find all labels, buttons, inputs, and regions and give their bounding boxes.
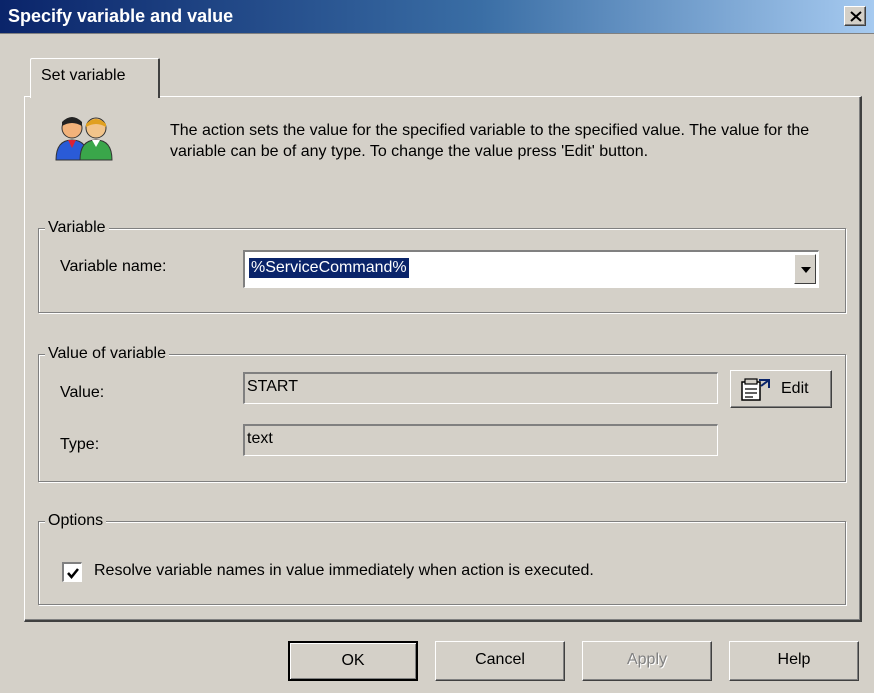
resolve-checkbox-label[interactable]: Resolve variable names in value immediat… bbox=[94, 562, 594, 580]
variable-name-value: %ServiceCommand% bbox=[249, 258, 409, 278]
value-group-label: Value of variable bbox=[45, 344, 169, 364]
edit-button[interactable]: Edit bbox=[730, 370, 832, 408]
tab-set-variable[interactable]: Set variable bbox=[30, 58, 160, 98]
close-icon bbox=[850, 11, 862, 22]
checkmark-icon bbox=[67, 568, 79, 579]
edit-button-label: Edit bbox=[781, 380, 809, 397]
tab-label: Set variable bbox=[41, 67, 126, 84]
users-icon bbox=[55, 117, 113, 161]
combobox-dropdown-button[interactable] bbox=[794, 254, 816, 284]
resolve-checkbox[interactable] bbox=[62, 562, 82, 582]
value-label: Value: bbox=[60, 384, 105, 401]
edit-properties-icon bbox=[741, 378, 770, 401]
variable-group-label: Variable bbox=[45, 218, 109, 238]
ok-button[interactable]: OK bbox=[288, 641, 418, 681]
variable-name-combobox[interactable]: %ServiceCommand% bbox=[243, 250, 819, 288]
help-button[interactable]: Help bbox=[729, 641, 859, 681]
apply-button[interactable]: Apply bbox=[582, 641, 712, 681]
type-field: text bbox=[243, 424, 718, 456]
close-button[interactable] bbox=[844, 6, 866, 26]
title-bar: Specify variable and value bbox=[0, 0, 874, 34]
value-field: START bbox=[243, 372, 718, 404]
chevron-down-icon bbox=[801, 267, 811, 273]
variable-name-label: Variable name: bbox=[60, 258, 167, 275]
window-title: Specify variable and value bbox=[8, 6, 234, 26]
type-label: Type: bbox=[60, 436, 100, 453]
description-text: The action sets the value for the specif… bbox=[170, 122, 810, 160]
cancel-button[interactable]: Cancel bbox=[435, 641, 565, 681]
options-group-label: Options bbox=[45, 511, 107, 531]
